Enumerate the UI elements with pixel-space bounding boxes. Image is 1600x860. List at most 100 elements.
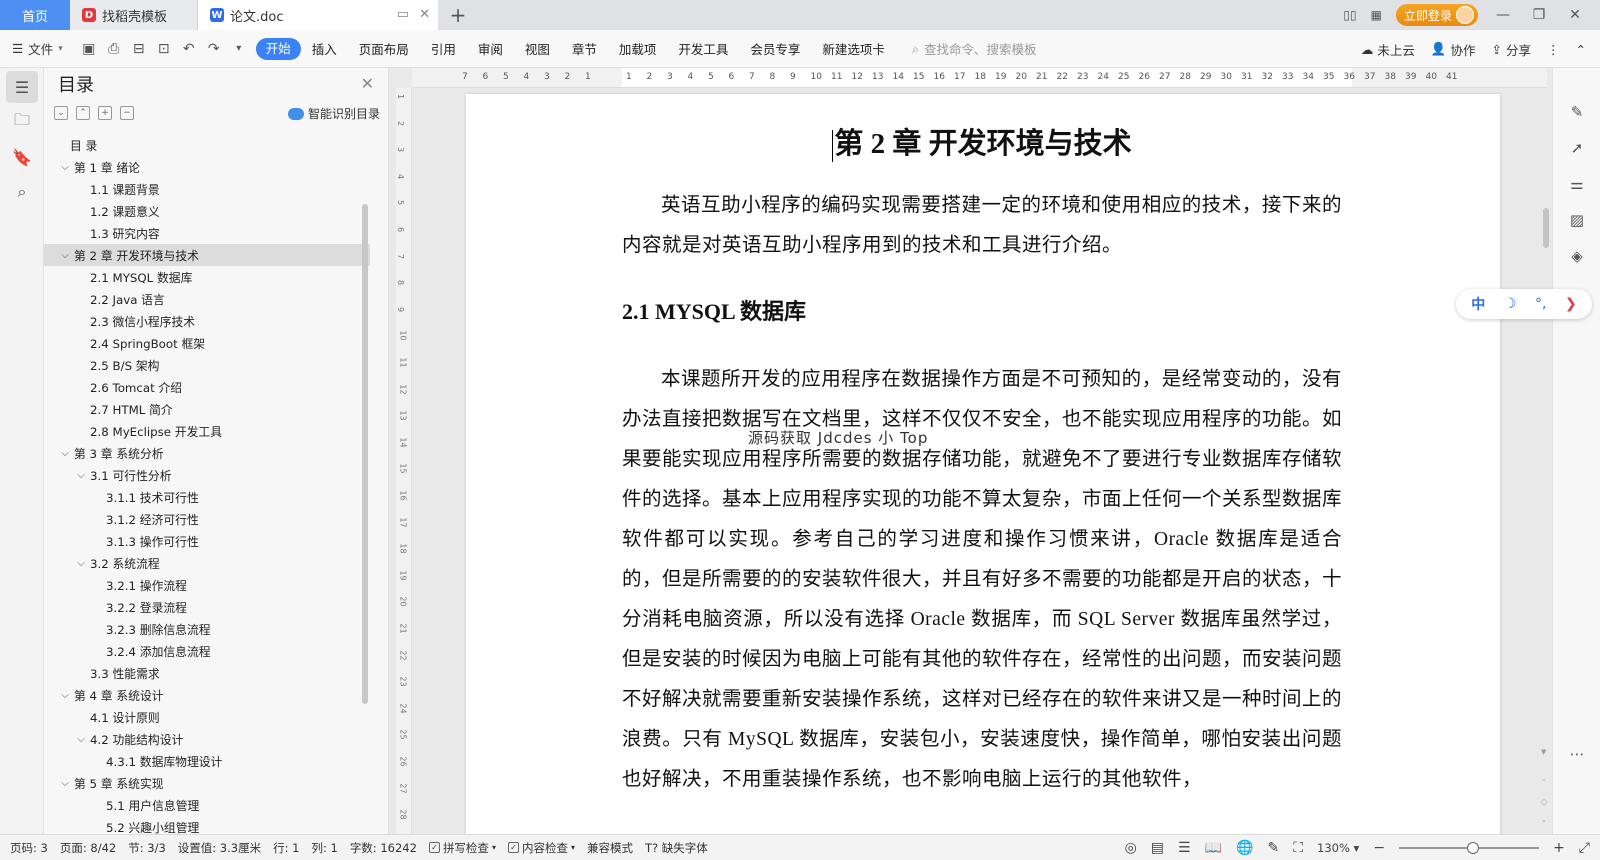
punctuation-icon[interactable]: °, [1535,296,1546,312]
outline-item[interactable]: 目 录 [44,134,370,156]
next-page-icon[interactable]: ⌄ [1541,816,1547,824]
outline-scrollbar[interactable] [362,204,368,704]
pen-icon[interactable]: ✎ [1563,98,1591,126]
status-page-code[interactable]: 页码: 3 [10,840,48,856]
layout-toggle-icon[interactable]: ▯▯ [1343,8,1356,22]
status-word-count[interactable]: 字数: 16242 [350,840,417,856]
status-section[interactable]: 节: 3/3 [128,840,166,856]
close-icon[interactable]: ✕ [361,74,374,93]
scroll-down-icon[interactable]: ▼ [1541,748,1546,756]
tab-template[interactable]: D 找稻壳模板 [70,0,198,30]
chevron-down-icon[interactable]: ⌵ [58,250,72,261]
zoom-level[interactable]: 130% ▾ [1317,841,1359,855]
share-button[interactable]: ⇪ 分享 [1492,40,1532,59]
save-icon[interactable]: ▣ [81,41,97,57]
outline-item[interactable]: 4.1 设计原则 [44,706,370,728]
outline-item[interactable]: 2.7 HTML 简介 [44,398,370,420]
grid-apps-icon[interactable]: ▦ [1371,8,1382,22]
document-page[interactable]: 第 2 章 开发环境与技术 英语互助小程序的编码实现需要搭建一定的环境和使用相应… [466,94,1500,834]
zoom-slider-knob[interactable] [1467,842,1480,854]
missing-font-button[interactable]: T? 缺失字体 [645,840,708,856]
style-icon[interactable]: ◈ [1563,242,1591,270]
tab-home[interactable]: 首页 [0,0,70,30]
bookmark-icon[interactable]: 🔖 [6,141,38,173]
content-check-button[interactable]: ✓ 内容检查 ▾ [507,840,575,856]
collab-button[interactable]: 👤 协作 [1431,40,1476,59]
outline-item[interactable]: ⌵ 第 2 章 开发环境与技术 [44,244,370,266]
chevron-down-icon[interactable]: ⌵ [58,778,72,789]
ribbon-menu-item[interactable]: 会员专享 [739,39,811,58]
prev-page-icon[interactable]: ⌃ [1541,778,1547,786]
outline-item[interactable]: 2.5 B/S 架构 [44,354,370,376]
chevron-down-icon[interactable]: ⌵ [58,162,72,173]
float-window-icon[interactable]: ▭ [397,7,409,22]
minimize-icon[interactable]: — [1492,7,1514,23]
file-menu[interactable]: ☰ 文件 ▾ [12,39,63,58]
login-button[interactable]: 立即登录 [1395,4,1478,26]
outline-item[interactable]: 3.3 性能需求 [44,662,370,684]
remove-item-icon[interactable]: − [120,106,134,120]
chapter-heading[interactable]: 第 2 章 开发环境与技术 [622,122,1342,166]
select-browse-icon[interactable]: ○ [1541,798,1547,806]
page-view-icon[interactable]: ▤ [1151,840,1164,856]
ribbon-menu-item[interactable]: 引用 [420,39,467,58]
outline-item[interactable]: 2.4 SpringBoot 框架 [44,332,370,354]
cloud-button[interactable]: ☁ 未上云 [1361,40,1415,59]
ribbon-menu-item[interactable]: 开发工具 [667,39,739,58]
outline-item[interactable]: ⌵ 3.2 系统流程 [44,552,370,574]
outline-item[interactable]: 2.1 MYSQL 数据库 [44,266,370,288]
outline-item[interactable]: ⌵ 第 5 章 系统实现 [44,772,370,794]
outline-item[interactable]: 3.2.3 删除信息流程 [44,618,370,640]
outline-item[interactable]: 5.2 兴趣小组管理 [44,816,370,835]
eye-protection-icon[interactable]: ◎ [1125,840,1137,856]
status-page[interactable]: 页面: 8/42 [60,840,116,856]
outline-item[interactable]: 3.1.3 操作可行性 [44,530,370,552]
outline-item[interactable]: 4.3.1 数据库物理设计 [44,750,370,772]
fullscreen-icon[interactable]: ⤢ [1579,840,1590,856]
outline-item[interactable]: 2.3 微信小程序技术 [44,310,370,332]
outline-item[interactable]: 1.2 课题意义 [44,200,370,222]
outline-item[interactable]: 2.8 MyEclipse 开发工具 [44,420,370,442]
image-tool-icon[interactable]: ▨ [1563,206,1591,234]
outline-item[interactable]: 2.2 Java 语言 [44,288,370,310]
write-mode-icon[interactable]: ✎ [1267,840,1279,856]
redo-icon[interactable]: ↷ [206,41,222,57]
outline-item[interactable]: 5.1 用户信息管理 [44,794,370,816]
chevron-down-icon[interactable]: ⌵ [74,470,88,481]
print-icon[interactable]: ⊟ [131,41,147,57]
outline-item[interactable]: 1.1 课题背景 [44,178,370,200]
customize-toolbar-icon[interactable]: ▾ [231,41,247,57]
vertical-ruler[interactable]: 1 2 3 4 5 6 7 8 9 10 11 12 13 14 15 16 17 18 19 20 21 22 23 24 2… [396,88,412,834]
document-scrollbar[interactable]: ▼ ⌃ ○ ⌄ [1541,88,1551,834]
ribbon-menu-item[interactable]: 加载项 [608,39,668,58]
zoom-slider[interactable] [1399,842,1540,854]
ribbon-menu-item[interactable]: 新建选项卡 [811,39,896,58]
more-options-icon[interactable]: ⋯ [1563,740,1591,768]
spell-check-button[interactable]: ✓ 拼写检查 ▾ [428,840,496,856]
outline-item[interactable]: 3.2.2 登录流程 [44,596,370,618]
restore-icon[interactable]: ❐ [1528,7,1550,23]
close-tab-icon[interactable]: ✕ [419,7,430,22]
more-icon[interactable]: ⋮ [1547,42,1560,57]
command-search[interactable]: ⌕ 查找命令、搜索模板 [912,39,1037,58]
find-icon[interactable]: ⌕ [6,176,38,208]
navigation-pane-icon[interactable]: 🗀 [6,106,38,138]
page-content[interactable]: 第 2 章 开发环境与技术 英语互助小程序的编码实现需要搭建一定的环境和使用相应… [622,122,1342,800]
export-pdf-icon[interactable]: ⎙ [106,41,122,57]
collapse-all-icon[interactable]: ⌃ [76,106,90,120]
zoom-in-icon[interactable]: + [1553,840,1565,856]
outline-item[interactable]: 1.3 研究内容 [44,222,370,244]
outline-item[interactable]: 3.2.1 操作流程 [44,574,370,596]
outline-item[interactable]: 2.6 Tomcat 介绍 [44,376,370,398]
chevron-down-icon[interactable]: ⌵ [58,690,72,701]
ribbon-menu-item[interactable]: 插入 [301,39,348,58]
ribbon-menu-item[interactable]: 审阅 [467,39,514,58]
expand-arrow-icon[interactable]: ❯ [1565,296,1577,312]
new-tab-button[interactable]: + [438,0,478,30]
status-col[interactable]: 列: 1 [311,840,337,856]
collapse-ribbon-icon[interactable]: ⌃ [1576,42,1586,57]
close-window-icon[interactable]: ✕ [1564,7,1586,23]
document-area[interactable]: 第 2 章 开发环境与技术 英语互助小程序的编码实现需要搭建一定的环境和使用相应… [412,88,1547,834]
ime-toolbar[interactable]: 中 ☽ °, ❯ [1456,289,1592,319]
outline-item[interactable]: 3.1.1 技术可行性 [44,486,370,508]
